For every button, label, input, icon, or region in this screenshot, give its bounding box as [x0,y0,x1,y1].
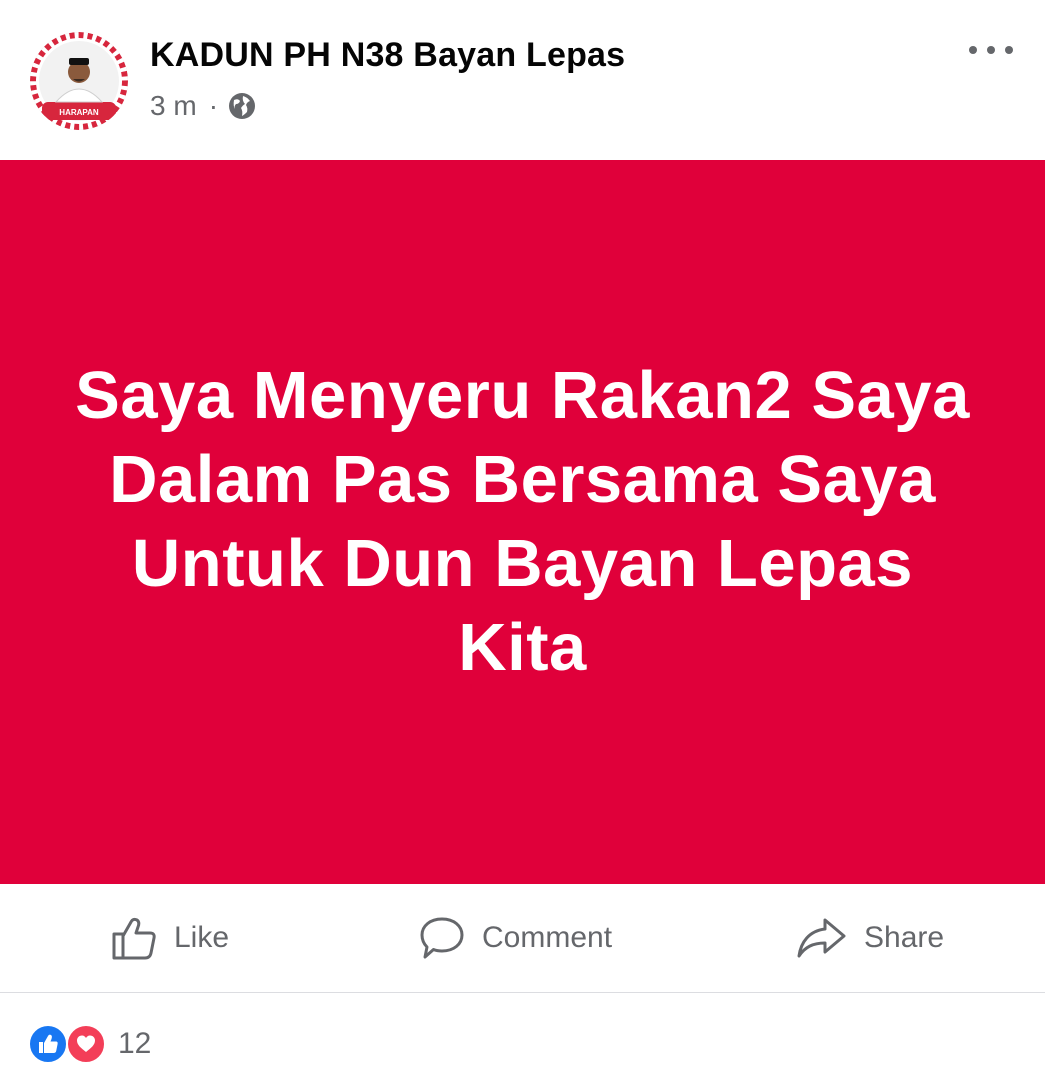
reaction-icons [28,1024,112,1064]
page-avatar[interactable]: HARAPAN [30,32,128,130]
comment-label: Comment [482,921,613,954]
like-button[interactable]: Like [110,884,229,992]
post-card: Saya Menyeru Rakan2 Saya Dalam Pas Bersa… [0,160,1045,884]
share-arrow-icon [797,918,846,958]
action-bar: Like Comment Share [0,884,1045,993]
comment-icon [420,917,464,959]
post-meta: 3 m · [150,90,256,122]
reaction-count: 12 [118,1027,152,1060]
share-button[interactable]: Share [796,884,944,992]
more-options-icon[interactable] [969,38,1013,62]
meta-separator: · [208,90,219,121]
like-label: Like [174,921,230,954]
globe-icon [228,92,256,120]
avatar-image: HARAPAN [30,32,128,130]
share-label: Share [864,921,945,954]
love-reaction-icon [66,1024,106,1064]
thumbs-up-icon [112,917,156,960]
post-header: HARAPAN KADUN PH N38 Bayan Lepas 3 m · [0,0,1045,160]
comment-button[interactable]: Comment [418,884,612,992]
post-text: Saya Menyeru Rakan2 Saya Dalam Pas Bersa… [75,358,970,685]
page-name[interactable]: KADUN PH N38 Bayan Lepas [150,36,625,75]
reactions-summary[interactable]: 12 [28,1022,151,1066]
avatar-banner-text: HARAPAN [59,108,99,117]
like-reaction-icon [28,1024,68,1064]
post-time[interactable]: 3 m [150,90,197,122]
